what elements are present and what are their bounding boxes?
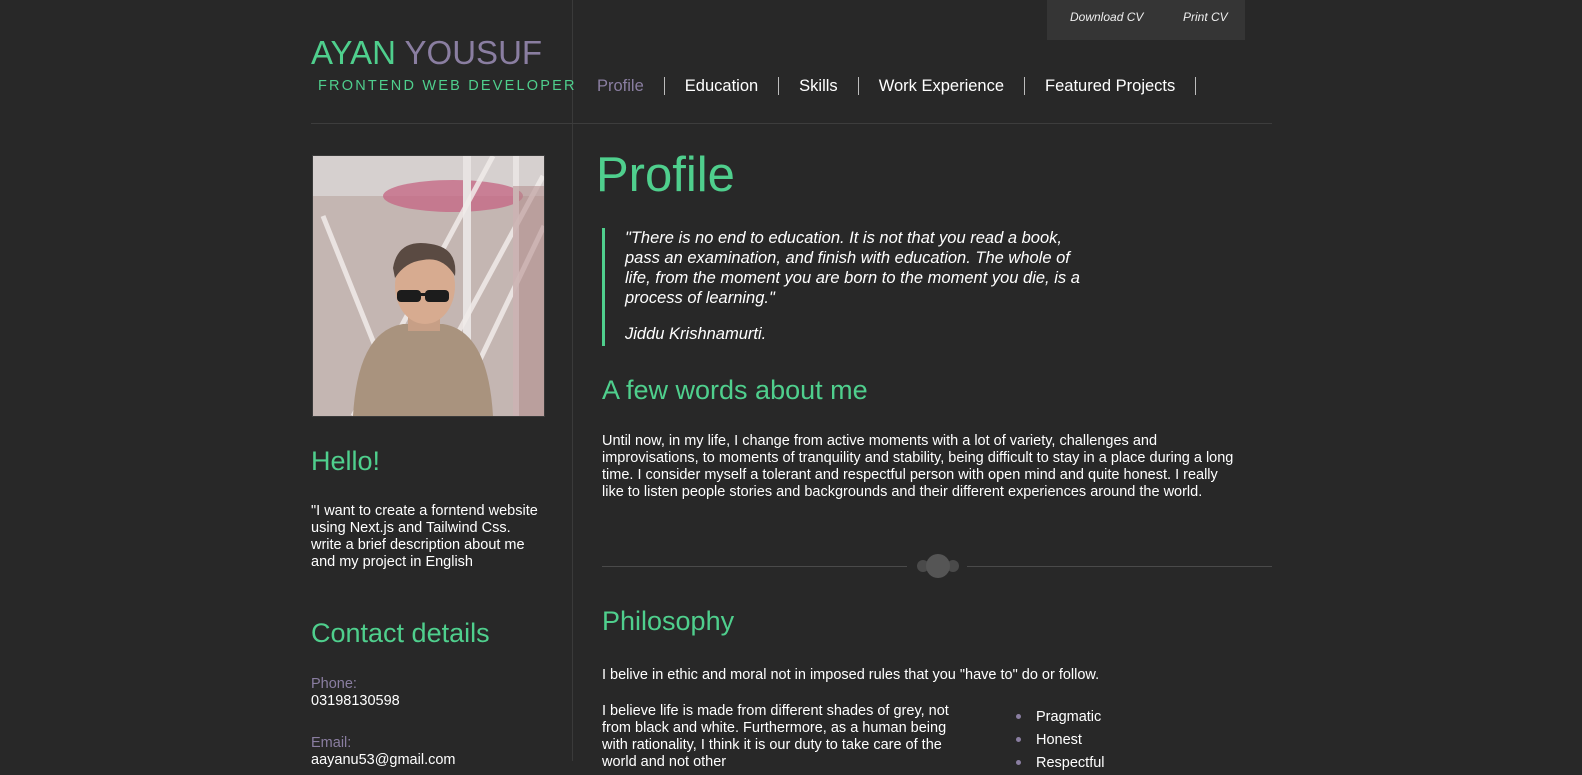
cv-actions-bar: Download CV Print CV [1047,0,1245,40]
first-name: AYAN [311,34,396,71]
philosophy-intro: I belive in ethic and moral not in impos… [602,667,1100,683]
philosophy-heading: Philosophy [602,606,735,636]
nav-skills[interactable]: Skills [779,77,859,95]
email-value[interactable]: aayanu53@gmail.com [311,752,456,768]
main-nav: Profile Education Skills Work Experience… [597,76,1197,96]
profile-photo-illustration [313,156,544,416]
column-divider [572,0,573,761]
contact-heading: Contact details [311,618,490,648]
print-cv-button[interactable]: Print CV [1183,10,1228,24]
page-title: Profile [596,148,735,202]
phone-label: Phone: [311,676,357,692]
site-title: AYAN YOUSUF [311,34,542,72]
header-divider [311,123,1272,124]
about-heading: A few words about me [602,375,868,405]
section-divider-right [967,566,1272,567]
trait-item: Respectful [1016,752,1105,775]
nav-featured-projects[interactable]: Featured Projects [1025,77,1197,95]
trait-item: Pragmatic [1016,706,1105,729]
email-label: Email: [311,735,352,751]
profile-photo [312,155,545,417]
trait-item: Honest [1016,729,1105,752]
site-subtitle: FRONTEND WEB DEVELOPER [318,78,577,94]
quote-block: "There is no end to education. It is not… [602,228,1095,346]
traits-list: Pragmatic Honest Respectful [1016,706,1105,775]
hello-heading: Hello! [311,446,381,476]
last-name: YOUSUF [404,34,543,71]
nav-education[interactable]: Education [665,77,780,95]
nav-profile[interactable]: Profile [597,77,665,95]
download-cv-button[interactable]: Download CV [1070,10,1143,24]
hello-text: "I want to create a forntend website usi… [311,503,538,570]
quote-author: Jiddu Krishnamurti. [625,325,767,343]
quote-text: "There is no end to education. It is not… [625,229,1080,307]
phone-value[interactable]: 03198130598 [311,693,400,709]
divider-ornament-icon [917,554,959,578]
about-text: Until now, in my life, I change from act… [602,433,1234,500]
section-divider-left [602,566,907,567]
nav-work-experience[interactable]: Work Experience [859,77,1026,95]
